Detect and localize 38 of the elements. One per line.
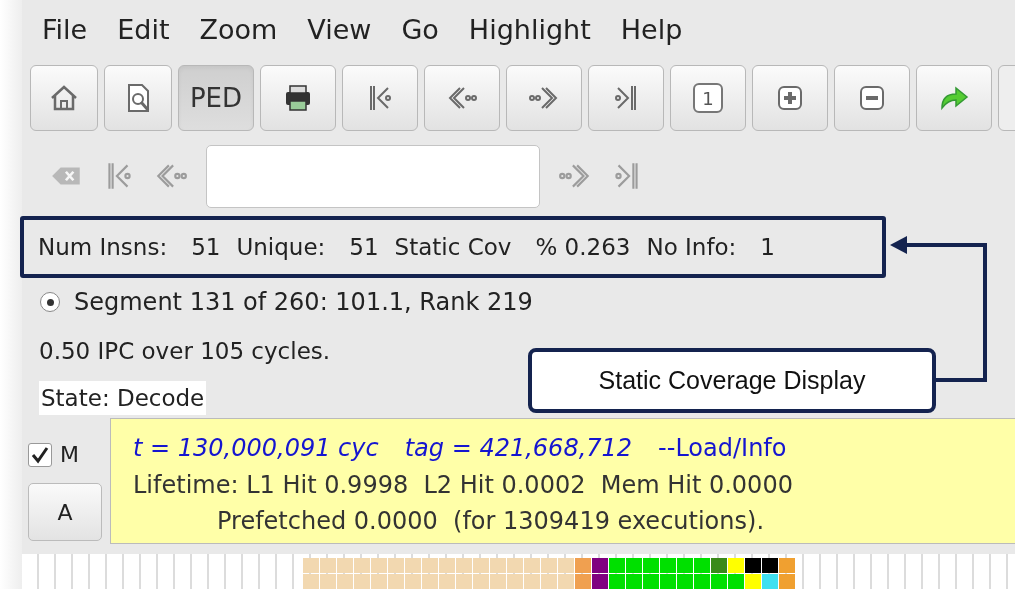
callout-text: Static Coverage Display — [598, 364, 866, 396]
toolbar-button[interactable] — [752, 65, 828, 131]
time-text: t = 130,000,091 cyc — [133, 433, 379, 464]
stat-label: Unique: — [236, 232, 326, 262]
toolbar-button[interactable] — [342, 65, 418, 131]
menu-item[interactable]: File — [42, 9, 88, 51]
menu-item[interactable]: Highlight — [468, 9, 591, 51]
ipc-text: 0.50 IPC over 105 cycles. — [39, 336, 331, 366]
menu-item[interactable]: Zoom — [199, 9, 278, 51]
radio-button[interactable] — [40, 292, 60, 312]
toolbar-button[interactable]: 1 — [670, 65, 746, 131]
segment-label: Segment 131 of 260: 101.1, Rank 219 — [74, 287, 533, 318]
tag-text: tag = 421,668,712 — [404, 433, 633, 464]
stat-label: Static Cov — [394, 232, 512, 262]
stat-value: 51 — [349, 232, 379, 262]
menu-item[interactable]: View — [307, 9, 372, 51]
tooltip-text: Prefetched 0.0000 (for 1309419 executions). — [216, 506, 765, 537]
checkbox-label: M — [60, 441, 79, 469]
menu-item[interactable]: Go — [401, 9, 439, 51]
toolbar-button[interactable] — [588, 65, 664, 131]
stat-value: 1 — [760, 232, 775, 262]
search-field[interactable] — [206, 144, 540, 208]
state-label: State: Decode — [39, 380, 207, 416]
tooltip-text: Lifetime: L1 Hit 0.9998 L2 Hit 0.0002 Mem Hit 0.0000 — [133, 470, 794, 501]
toolbar-button[interactable] — [104, 65, 172, 131]
load-info-link[interactable]: --Load/Info — [658, 429, 787, 467]
toolbar-button[interactable] — [260, 65, 336, 131]
menu-item[interactable]: Edit — [117, 9, 170, 51]
toolbar-button[interactable] — [30, 65, 98, 131]
stat-label: Num Insns: — [38, 232, 168, 262]
stat-value: % 0.263 — [535, 232, 631, 262]
checkbox[interactable] — [28, 442, 52, 467]
a-button[interactable]: A — [28, 483, 102, 541]
stat-value: 51 — [191, 232, 221, 262]
menu-item[interactable]: Help — [620, 9, 683, 51]
stat-label: No Info: — [646, 232, 737, 262]
toolbar-button[interactable] — [834, 65, 910, 131]
toolbar-button[interactable]: PED — [178, 65, 254, 131]
